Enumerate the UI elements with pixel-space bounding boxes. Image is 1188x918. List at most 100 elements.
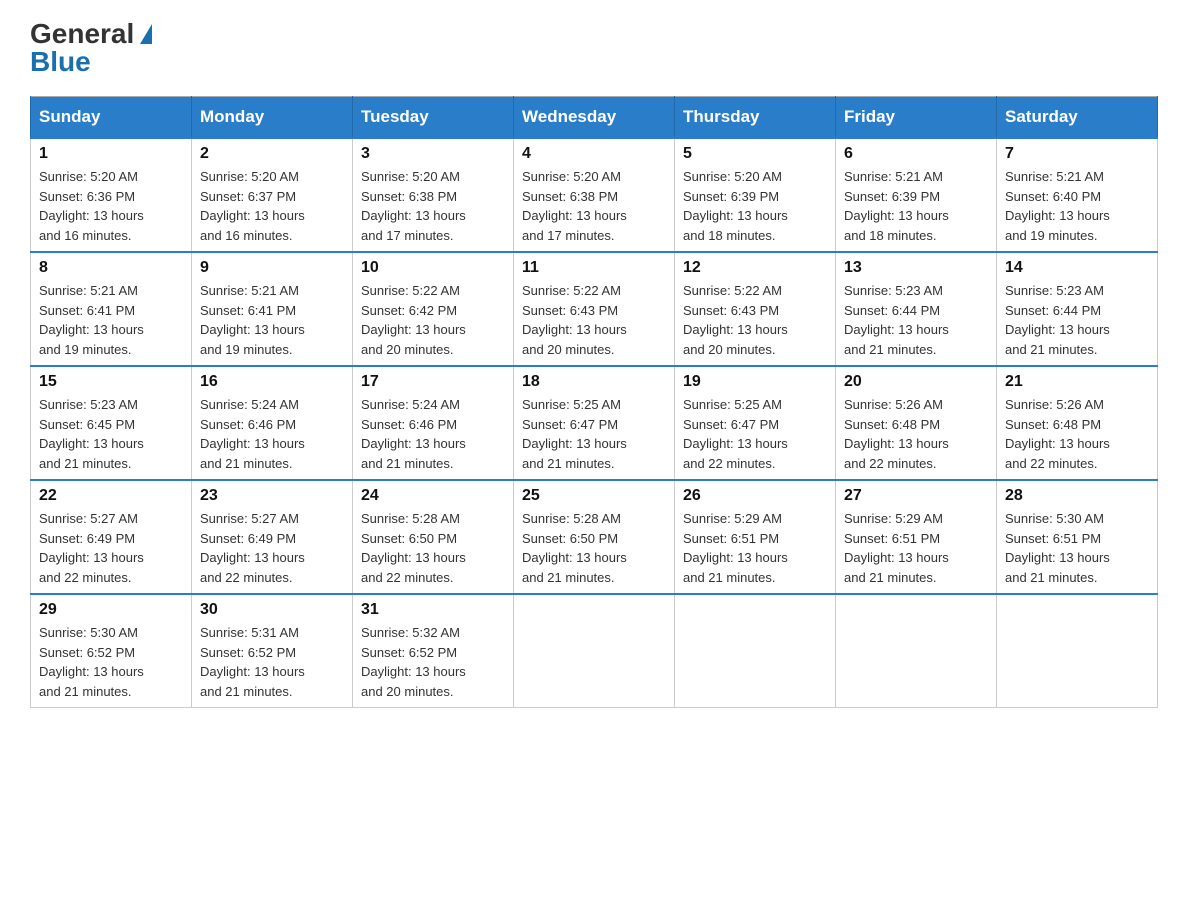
day-info: Sunrise: 5:20 AM Sunset: 6:37 PM Dayligh… — [200, 167, 344, 245]
calendar-week-1: 1 Sunrise: 5:20 AM Sunset: 6:36 PM Dayli… — [31, 138, 1158, 252]
calendar-cell — [997, 594, 1158, 708]
calendar-cell: 31 Sunrise: 5:32 AM Sunset: 6:52 PM Dayl… — [353, 594, 514, 708]
calendar-cell: 27 Sunrise: 5:29 AM Sunset: 6:51 PM Dayl… — [836, 480, 997, 594]
day-header-tuesday: Tuesday — [353, 97, 514, 139]
day-info: Sunrise: 5:27 AM Sunset: 6:49 PM Dayligh… — [39, 509, 183, 587]
day-number: 30 — [200, 601, 344, 619]
day-info: Sunrise: 5:25 AM Sunset: 6:47 PM Dayligh… — [683, 395, 827, 473]
day-number: 27 — [844, 487, 988, 505]
calendar-week-3: 15 Sunrise: 5:23 AM Sunset: 6:45 PM Dayl… — [31, 366, 1158, 480]
day-info: Sunrise: 5:21 AM Sunset: 6:40 PM Dayligh… — [1005, 167, 1149, 245]
calendar-week-4: 22 Sunrise: 5:27 AM Sunset: 6:49 PM Dayl… — [31, 480, 1158, 594]
day-header-thursday: Thursday — [675, 97, 836, 139]
day-number: 24 — [361, 487, 505, 505]
day-info: Sunrise: 5:30 AM Sunset: 6:52 PM Dayligh… — [39, 623, 183, 701]
day-header-monday: Monday — [192, 97, 353, 139]
day-number: 19 — [683, 373, 827, 391]
calendar-cell: 12 Sunrise: 5:22 AM Sunset: 6:43 PM Dayl… — [675, 252, 836, 366]
day-info: Sunrise: 5:22 AM Sunset: 6:43 PM Dayligh… — [522, 281, 666, 359]
day-info: Sunrise: 5:29 AM Sunset: 6:51 PM Dayligh… — [683, 509, 827, 587]
day-number: 16 — [200, 373, 344, 391]
day-number: 20 — [844, 373, 988, 391]
day-number: 28 — [1005, 487, 1149, 505]
day-info: Sunrise: 5:23 AM Sunset: 6:44 PM Dayligh… — [1005, 281, 1149, 359]
calendar-cell: 17 Sunrise: 5:24 AM Sunset: 6:46 PM Dayl… — [353, 366, 514, 480]
day-info: Sunrise: 5:22 AM Sunset: 6:43 PM Dayligh… — [683, 281, 827, 359]
day-info: Sunrise: 5:20 AM Sunset: 6:39 PM Dayligh… — [683, 167, 827, 245]
page-header: General Blue — [30, 20, 1158, 76]
calendar-header: SundayMondayTuesdayWednesdayThursdayFrid… — [31, 97, 1158, 139]
calendar-cell: 5 Sunrise: 5:20 AM Sunset: 6:39 PM Dayli… — [675, 138, 836, 252]
calendar-cell — [836, 594, 997, 708]
day-number: 26 — [683, 487, 827, 505]
day-info: Sunrise: 5:28 AM Sunset: 6:50 PM Dayligh… — [361, 509, 505, 587]
day-number: 14 — [1005, 259, 1149, 277]
logo-blue-text: Blue — [30, 48, 91, 76]
day-number: 8 — [39, 259, 183, 277]
day-info: Sunrise: 5:29 AM Sunset: 6:51 PM Dayligh… — [844, 509, 988, 587]
day-number: 4 — [522, 145, 666, 163]
calendar-cell: 11 Sunrise: 5:22 AM Sunset: 6:43 PM Dayl… — [514, 252, 675, 366]
logo-general-text: General — [30, 20, 134, 48]
day-number: 10 — [361, 259, 505, 277]
calendar-cell: 29 Sunrise: 5:30 AM Sunset: 6:52 PM Dayl… — [31, 594, 192, 708]
calendar-cell: 4 Sunrise: 5:20 AM Sunset: 6:38 PM Dayli… — [514, 138, 675, 252]
day-info: Sunrise: 5:21 AM Sunset: 6:41 PM Dayligh… — [200, 281, 344, 359]
calendar-cell: 6 Sunrise: 5:21 AM Sunset: 6:39 PM Dayli… — [836, 138, 997, 252]
day-header-wednesday: Wednesday — [514, 97, 675, 139]
day-info: Sunrise: 5:20 AM Sunset: 6:38 PM Dayligh… — [361, 167, 505, 245]
day-number: 25 — [522, 487, 666, 505]
day-info: Sunrise: 5:25 AM Sunset: 6:47 PM Dayligh… — [522, 395, 666, 473]
calendar-cell: 7 Sunrise: 5:21 AM Sunset: 6:40 PM Dayli… — [997, 138, 1158, 252]
calendar-body: 1 Sunrise: 5:20 AM Sunset: 6:36 PM Dayli… — [31, 138, 1158, 708]
calendar-cell: 8 Sunrise: 5:21 AM Sunset: 6:41 PM Dayli… — [31, 252, 192, 366]
day-info: Sunrise: 5:26 AM Sunset: 6:48 PM Dayligh… — [844, 395, 988, 473]
calendar-cell: 14 Sunrise: 5:23 AM Sunset: 6:44 PM Dayl… — [997, 252, 1158, 366]
calendar-cell: 10 Sunrise: 5:22 AM Sunset: 6:42 PM Dayl… — [353, 252, 514, 366]
day-info: Sunrise: 5:24 AM Sunset: 6:46 PM Dayligh… — [361, 395, 505, 473]
day-number: 23 — [200, 487, 344, 505]
day-number: 1 — [39, 145, 183, 163]
day-number: 2 — [200, 145, 344, 163]
calendar-cell: 20 Sunrise: 5:26 AM Sunset: 6:48 PM Dayl… — [836, 366, 997, 480]
calendar-cell: 16 Sunrise: 5:24 AM Sunset: 6:46 PM Dayl… — [192, 366, 353, 480]
day-info: Sunrise: 5:26 AM Sunset: 6:48 PM Dayligh… — [1005, 395, 1149, 473]
day-header-friday: Friday — [836, 97, 997, 139]
calendar-cell: 21 Sunrise: 5:26 AM Sunset: 6:48 PM Dayl… — [997, 366, 1158, 480]
day-number: 6 — [844, 145, 988, 163]
day-number: 5 — [683, 145, 827, 163]
day-info: Sunrise: 5:22 AM Sunset: 6:42 PM Dayligh… — [361, 281, 505, 359]
calendar-cell — [514, 594, 675, 708]
day-number: 31 — [361, 601, 505, 619]
day-header-saturday: Saturday — [997, 97, 1158, 139]
day-number: 9 — [200, 259, 344, 277]
day-number: 11 — [522, 259, 666, 277]
day-number: 13 — [844, 259, 988, 277]
calendar-cell: 24 Sunrise: 5:28 AM Sunset: 6:50 PM Dayl… — [353, 480, 514, 594]
calendar-week-2: 8 Sunrise: 5:21 AM Sunset: 6:41 PM Dayli… — [31, 252, 1158, 366]
day-number: 15 — [39, 373, 183, 391]
day-number: 18 — [522, 373, 666, 391]
day-info: Sunrise: 5:28 AM Sunset: 6:50 PM Dayligh… — [522, 509, 666, 587]
logo: General Blue — [30, 20, 152, 76]
day-info: Sunrise: 5:23 AM Sunset: 6:44 PM Dayligh… — [844, 281, 988, 359]
day-info: Sunrise: 5:20 AM Sunset: 6:38 PM Dayligh… — [522, 167, 666, 245]
calendar-cell: 3 Sunrise: 5:20 AM Sunset: 6:38 PM Dayli… — [353, 138, 514, 252]
day-info: Sunrise: 5:23 AM Sunset: 6:45 PM Dayligh… — [39, 395, 183, 473]
calendar-cell: 13 Sunrise: 5:23 AM Sunset: 6:44 PM Dayl… — [836, 252, 997, 366]
day-number: 21 — [1005, 373, 1149, 391]
calendar-cell: 18 Sunrise: 5:25 AM Sunset: 6:47 PM Dayl… — [514, 366, 675, 480]
calendar-cell: 9 Sunrise: 5:21 AM Sunset: 6:41 PM Dayli… — [192, 252, 353, 366]
calendar-cell: 25 Sunrise: 5:28 AM Sunset: 6:50 PM Dayl… — [514, 480, 675, 594]
calendar-cell: 1 Sunrise: 5:20 AM Sunset: 6:36 PM Dayli… — [31, 138, 192, 252]
day-number: 3 — [361, 145, 505, 163]
day-number: 29 — [39, 601, 183, 619]
day-info: Sunrise: 5:27 AM Sunset: 6:49 PM Dayligh… — [200, 509, 344, 587]
day-info: Sunrise: 5:32 AM Sunset: 6:52 PM Dayligh… — [361, 623, 505, 701]
day-number: 17 — [361, 373, 505, 391]
day-number: 7 — [1005, 145, 1149, 163]
calendar-cell: 22 Sunrise: 5:27 AM Sunset: 6:49 PM Dayl… — [31, 480, 192, 594]
day-info: Sunrise: 5:24 AM Sunset: 6:46 PM Dayligh… — [200, 395, 344, 473]
logo-triangle-icon — [140, 24, 152, 44]
calendar-cell: 2 Sunrise: 5:20 AM Sunset: 6:37 PM Dayli… — [192, 138, 353, 252]
